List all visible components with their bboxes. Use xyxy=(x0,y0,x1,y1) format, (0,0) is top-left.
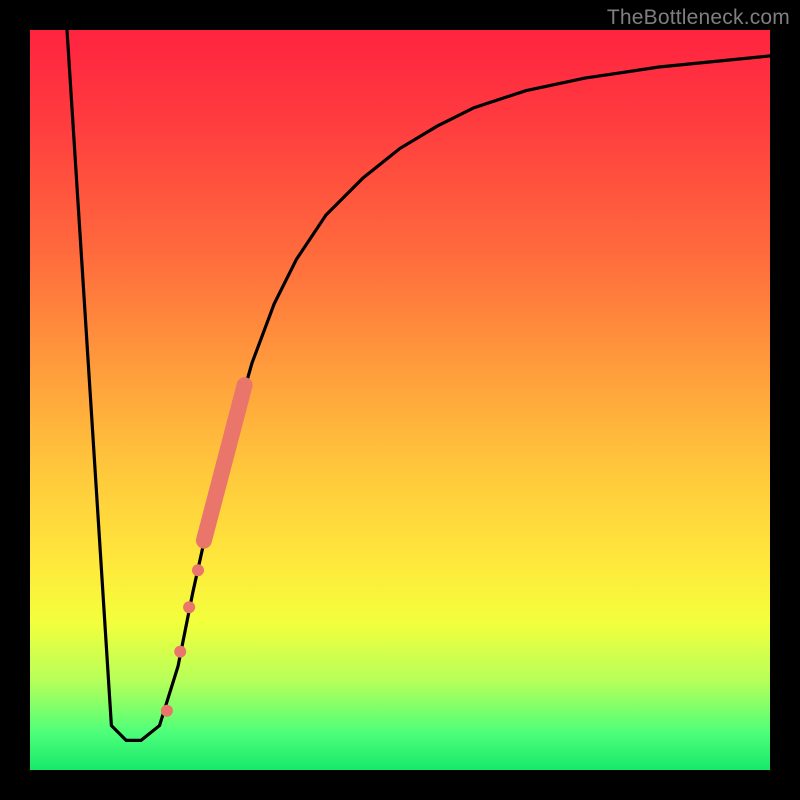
pill xyxy=(204,385,245,540)
dot-4 xyxy=(192,564,204,576)
bottleneck-curve xyxy=(67,30,770,740)
chart-frame: TheBottleneck.com xyxy=(0,0,800,800)
curve-group xyxy=(67,30,770,740)
watermark-text: TheBottleneck.com xyxy=(607,6,790,30)
plot-area xyxy=(30,30,770,770)
dot-3 xyxy=(183,601,195,613)
dot-1 xyxy=(161,705,173,717)
curve-layer xyxy=(30,30,770,770)
dot-2 xyxy=(174,646,186,658)
